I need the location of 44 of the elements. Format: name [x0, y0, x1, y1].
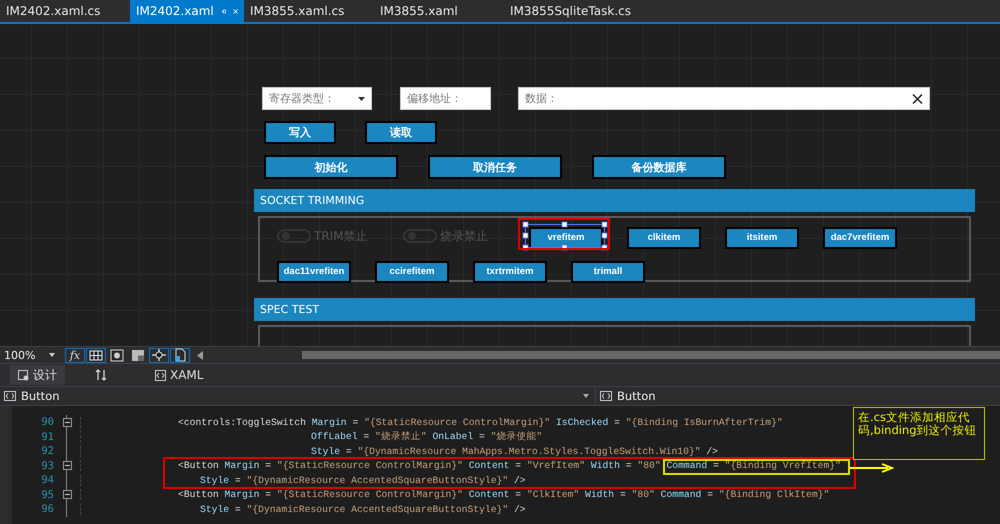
button[interactable]: 初始化: [264, 155, 398, 179]
formula-button[interactable]: fx: [65, 348, 85, 362]
section-header: SOCKET TRIMMING: [254, 189, 975, 212]
line-number: 92: [40, 445, 54, 458]
document-tab[interactable]: IM3855.xaml.cs: [244, 0, 374, 22]
button[interactable]: txrtrmitem: [473, 260, 547, 282]
code-line: Style = "{DynamicResource AccentedSquareButtonStyle}" />: [80, 474, 526, 486]
line-number: 93: [40, 460, 54, 472]
button[interactable]: 读取: [365, 121, 437, 144]
line-number: 90: [40, 416, 54, 428]
zoom-dropdown[interactable]: 100%: [4, 348, 58, 362]
document-tab[interactable]: IM3855.xaml: [374, 0, 504, 22]
line-number: 96: [40, 503, 54, 516]
document-tab[interactable]: IM2402.xaml: [130, 0, 244, 22]
code-line: <controls:ToggleSwitch Margin = "{StaticResource ControlMargin}" IsChecked = "{Binding IsBurnAfterTrim}": [80, 416, 783, 428]
code-line: Style = "{DynamicResource AccentedSquareButtonStyle}" />: [80, 504, 526, 515]
view-tab[interactable]: XAML: [147, 365, 212, 385]
code-line: <Button Margin = "{StaticResource ControlMargin}" Content = "ClkItem" Width = "80" Command = "{Binding ClkItem}": [80, 489, 830, 500]
button[interactable]: 备份数据库: [592, 155, 726, 179]
element-dropdown[interactable]: Button: [0, 387, 596, 405]
section-header: SPEC TEST: [254, 298, 975, 321]
dropdown-field[interactable]: 寄存器类型：: [262, 87, 372, 110]
line-number: 94: [40, 474, 54, 486]
button[interactable]: 写入: [264, 121, 336, 144]
element-dropdown[interactable]: Button: [596, 387, 1000, 405]
document-tab[interactable]: IM3855SqliteTask.cs: [504, 0, 634, 22]
button[interactable]: dac7vrefitem: [823, 226, 897, 248]
button[interactable]: vrefitem: [529, 226, 603, 248]
button[interactable]: clkitem: [627, 226, 701, 248]
button[interactable]: dac11vrefiten: [277, 260, 351, 282]
button[interactable]: trimall: [571, 260, 645, 282]
line-number: 91: [40, 430, 54, 443]
button[interactable]: itsitem: [725, 226, 799, 248]
code-line: Style = "{DynamicResource MahApps.Metro.Styles.ToggleSwitch.Win10}" />: [80, 446, 718, 457]
code-line: OffLabel = "烧录禁止" OnLabel = "烧录使能": [80, 430, 542, 444]
annotation-note: 在.cs文件添加相应代码,binding到这个按钮: [853, 407, 985, 460]
document-tab[interactable]: IM2402.xaml.cs: [0, 0, 130, 22]
input-field[interactable]: 数据：: [518, 87, 930, 110]
line-number: 95: [40, 488, 54, 501]
button[interactable]: ccirefitem: [375, 260, 449, 282]
view-tab[interactable]: 设计: [10, 365, 65, 385]
input-field[interactable]: 偏移地址：: [400, 87, 491, 110]
button[interactable]: 取消任务: [428, 155, 562, 179]
code-line: <Button Margin = "{StaticResource ControlMargin}" Content = "VrefItem" Width = "80" Command = "{Binding VrefItem}": [80, 460, 841, 472]
